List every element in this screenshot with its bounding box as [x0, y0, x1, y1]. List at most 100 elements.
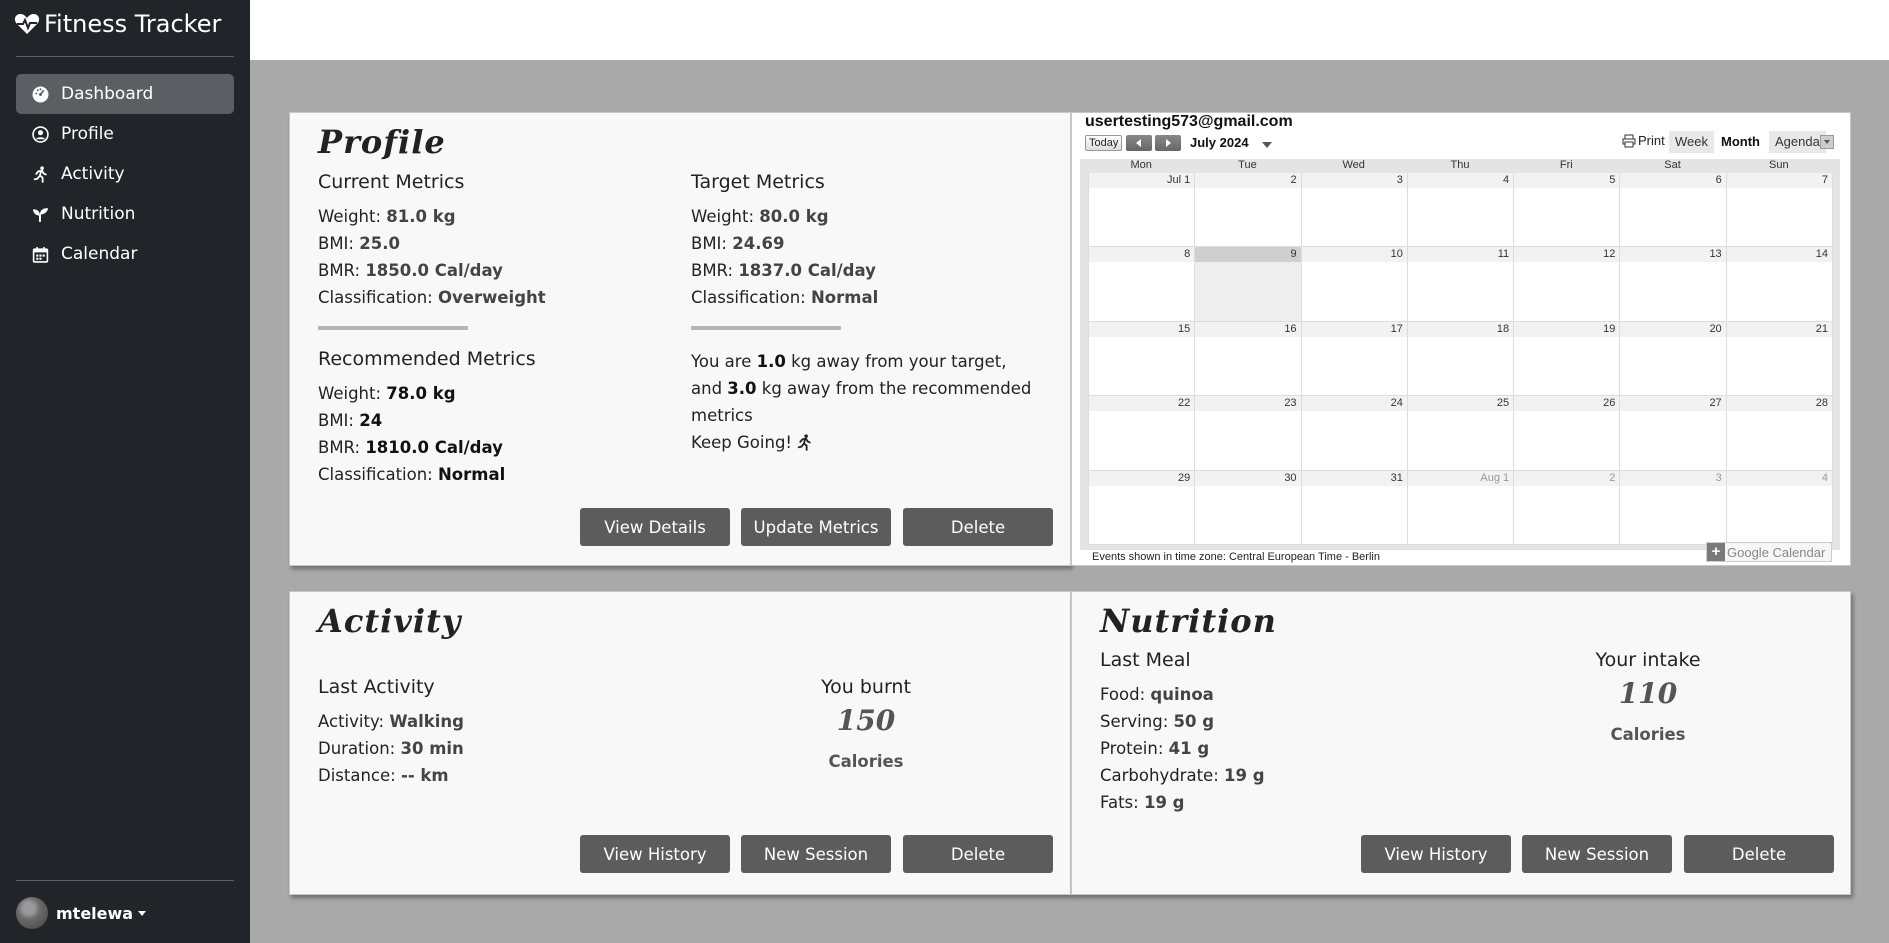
- calendar-day[interactable]: Jul 1: [1089, 173, 1196, 248]
- intake-heading: Your intake: [1595, 649, 1701, 671]
- calendar-day[interactable]: 4: [1407, 173, 1515, 248]
- google-calendar-label: Google Calendar: [1727, 544, 1826, 560]
- sidebar-item-activity[interactable]: Activity: [16, 154, 234, 194]
- delete-meal-button[interactable]: Delete: [1684, 835, 1834, 873]
- dow-label: Sat: [1664, 159, 1681, 171]
- calendar-day-next-month[interactable]: 3: [1620, 470, 1727, 545]
- timezone-note: Events shown in time zone: Central Europ…: [1092, 551, 1380, 563]
- target-metrics-heading: Target Metrics: [691, 171, 825, 193]
- view-meal-history-button[interactable]: View History: [1361, 835, 1511, 873]
- keep-going-message: Keep Going!: [691, 433, 813, 452]
- google-calendar-embed: usertesting573@gmail.com Today July 2024…: [1071, 112, 1851, 566]
- target-bmr: BMR: 1837.0 Cal/day: [691, 261, 876, 280]
- calendar-day[interactable]: 18: [1407, 321, 1515, 397]
- plus-icon: +: [1707, 543, 1725, 561]
- calendar-options-dropdown[interactable]: [1820, 135, 1834, 149]
- calendar-day[interactable]: 3: [1301, 173, 1408, 248]
- calendar-day[interactable]: 16: [1195, 321, 1302, 397]
- calendar-day-today[interactable]: 9: [1195, 247, 1302, 322]
- user-circle-icon: [32, 125, 49, 143]
- meal-serving: Serving: 50 g: [1100, 712, 1215, 731]
- sidebar-item-dashboard[interactable]: Dashboard: [16, 74, 234, 114]
- calendar-day[interactable]: 20: [1620, 321, 1727, 397]
- calendar-day[interactable]: 28: [1726, 396, 1833, 471]
- calendar-day[interactable]: 23: [1195, 396, 1302, 471]
- dow-label: Mon: [1130, 159, 1152, 171]
- calendar-day[interactable]: 8: [1089, 247, 1196, 322]
- sidebar-item-label: Dashboard: [61, 84, 154, 104]
- seedling-icon: [33, 207, 48, 222]
- calendar-week: 29 30 31 Aug 1 2 3 4: [1089, 470, 1833, 545]
- sidebar-item-nutrition[interactable]: Nutrition: [16, 194, 234, 234]
- sidebar-item-profile[interactable]: Profile: [16, 114, 234, 154]
- calendar-day-next-month[interactable]: 2: [1514, 470, 1621, 545]
- next-month-button[interactable]: [1155, 135, 1181, 151]
- username: mtelewa: [56, 903, 134, 923]
- month-view-tab[interactable]: Month: [1715, 131, 1766, 153]
- target-classification: Classification: Normal: [691, 288, 879, 307]
- burnt-heading: You burnt: [821, 676, 911, 698]
- meal-carbohydrate: Carbohydrate: 19 g: [1100, 766, 1265, 785]
- calendar-day[interactable]: 15: [1089, 321, 1196, 397]
- calendar-day[interactable]: 13: [1620, 247, 1727, 322]
- calendar-day[interactable]: 6: [1620, 173, 1727, 248]
- calendar-day[interactable]: 12: [1514, 247, 1621, 322]
- running-icon: [33, 165, 47, 183]
- target-distance-message: You are 1.0 kg away from your target,: [691, 352, 1007, 371]
- view-history-button[interactable]: View History: [580, 835, 730, 873]
- calendar-day[interactable]: 11: [1407, 247, 1515, 322]
- delete-profile-button[interactable]: Delete: [903, 508, 1053, 546]
- calendar-day[interactable]: 31: [1301, 470, 1408, 545]
- sidebar-item-label: Calendar: [61, 244, 138, 264]
- activity-duration: Duration: 30 min: [318, 739, 464, 758]
- week-view-tab[interactable]: Week: [1669, 131, 1714, 153]
- dow-label: Wed: [1342, 159, 1365, 171]
- calendar-day[interactable]: 26: [1514, 396, 1621, 471]
- calendar-day[interactable]: 7: [1726, 173, 1833, 248]
- print-button[interactable]: Print: [1622, 133, 1665, 148]
- google-calendar-button[interactable]: + Google Calendar: [1706, 542, 1832, 562]
- today-button[interactable]: Today: [1085, 135, 1123, 151]
- divider: [691, 326, 841, 330]
- prev-month-button[interactable]: [1126, 135, 1152, 151]
- calendar-day[interactable]: 14: [1726, 247, 1833, 322]
- profile-card: Profile Current Metrics Weight: 81.0 kg …: [289, 112, 1071, 566]
- new-session-button[interactable]: New Session: [741, 835, 891, 873]
- card-title: Profile: [318, 123, 446, 161]
- calendar-day[interactable]: 5: [1514, 173, 1621, 248]
- current-bmi: BMI: 25.0: [318, 234, 400, 253]
- view-details-button[interactable]: View Details: [580, 508, 730, 546]
- calendar-day[interactable]: 30: [1195, 470, 1302, 545]
- calendar-account: usertesting573@gmail.com: [1085, 113, 1293, 130]
- brand[interactable]: Fitness Tracker: [14, 8, 221, 40]
- month-dropdown-icon[interactable]: [1262, 142, 1272, 148]
- card-title: Activity: [318, 602, 462, 640]
- recommended-distance-message: and 3.0 kg away from the recommended: [691, 379, 1032, 398]
- calendar-day-next-month[interactable]: 4: [1726, 470, 1833, 545]
- recommended-metrics-heading: Recommended Metrics: [318, 348, 536, 370]
- update-metrics-button[interactable]: Update Metrics: [741, 508, 891, 546]
- calendar-day[interactable]: 10: [1301, 247, 1408, 322]
- current-classification: Classification: Overweight: [318, 288, 546, 307]
- activity-type: Activity: Walking: [318, 712, 464, 731]
- calendar-day[interactable]: 21: [1726, 321, 1833, 397]
- sidebar-item-calendar[interactable]: Calendar: [16, 234, 234, 274]
- calendar-day[interactable]: 2: [1195, 173, 1302, 248]
- calendar-day[interactable]: 27: [1620, 396, 1727, 471]
- sidebar-item-label: Nutrition: [61, 204, 136, 224]
- delete-activity-button[interactable]: Delete: [903, 835, 1053, 873]
- calendar-day[interactable]: 17: [1301, 321, 1408, 397]
- calendar-day-next-month[interactable]: Aug 1: [1407, 470, 1515, 545]
- user-menu[interactable]: mtelewa: [16, 897, 147, 929]
- calendar-day[interactable]: 25: [1407, 396, 1515, 471]
- dashboard-icon: [32, 86, 49, 102]
- calendar-week: 8 9 10 11 12 13 14: [1089, 247, 1833, 322]
- new-meal-session-button[interactable]: New Session: [1522, 835, 1672, 873]
- sidebar-nav: Dashboard Profile Activity Nutrition Cal…: [16, 74, 234, 274]
- divider: [318, 326, 468, 330]
- calendar-day[interactable]: 19: [1514, 321, 1621, 397]
- agenda-view-tab[interactable]: Agenda: [1769, 131, 1826, 153]
- calendar-day[interactable]: 29: [1089, 470, 1196, 545]
- calendar-day[interactable]: 22: [1089, 396, 1196, 471]
- calendar-day[interactable]: 24: [1301, 396, 1408, 471]
